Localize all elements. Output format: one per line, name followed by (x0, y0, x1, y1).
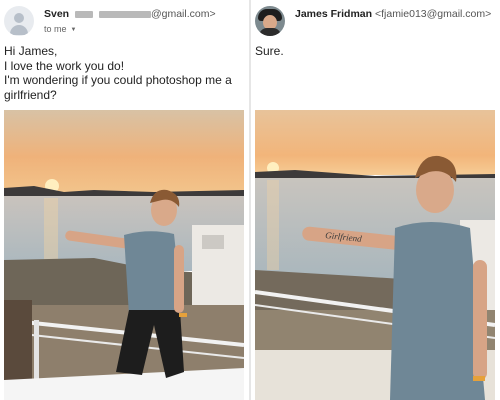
redacted-block (75, 10, 94, 18)
sender-email-suffix: @gmail.com> (150, 8, 216, 20)
email-body: Sure. (255, 44, 497, 59)
profile-photo[interactable] (255, 6, 285, 36)
to-label: to me (44, 24, 67, 34)
email-original: Sven @gmail.com> to me ▼ Hi James, I love… (0, 0, 249, 400)
email-header: James Fridman <fjamie013@gmail.com> (255, 4, 496, 38)
edited-sunset-photo: Girlfriend (255, 110, 495, 400)
attached-photo-edited[interactable]: Girlfriend (255, 110, 495, 400)
email-header: Sven @gmail.com> to me ▼ (4, 4, 245, 38)
redacted-block (98, 10, 151, 18)
recipient-line[interactable]: to me ▼ (44, 24, 76, 34)
sender-email: <fjamie013@gmail.com> (374, 8, 492, 20)
email-body-text: Hi James, I love the work you do! I'm wo… (4, 44, 232, 102)
sender-name[interactable]: Sven (44, 8, 69, 20)
email-body-text: Sure. (255, 44, 284, 58)
default-person-icon[interactable] (4, 6, 34, 36)
attached-photo-original[interactable] (4, 110, 244, 400)
sunset-photo (4, 110, 244, 400)
email-body: Hi James, I love the work you do! I'm wo… (4, 44, 246, 102)
sender-line: Sven @gmail.com> (44, 8, 216, 20)
sender-line: James Fridman <fjamie013@gmail.com> (295, 8, 491, 20)
chevron-down-icon[interactable]: ▼ (71, 27, 77, 33)
email-reply: James Fridman <fjamie013@gmail.com> Sure… (251, 0, 500, 400)
sender-name[interactable]: James Fridman (295, 8, 372, 20)
